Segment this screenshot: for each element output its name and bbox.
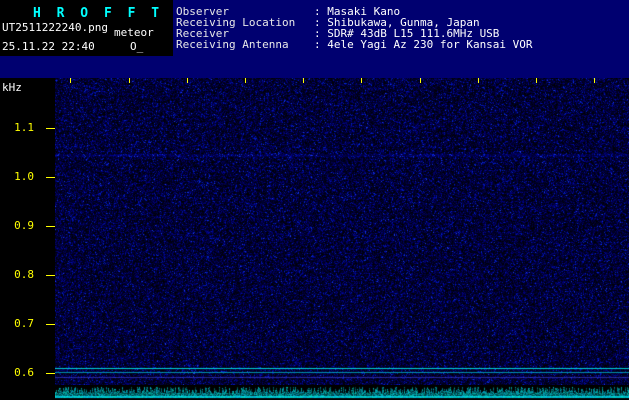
app-title: H R O F F T: [33, 6, 163, 21]
x-tick-mark: [420, 78, 421, 83]
y-tick-label: 0.6: [0, 367, 34, 379]
x-tick-mark: [361, 78, 362, 83]
y-tick-mark: [46, 177, 55, 178]
signal-strip-canvas: [55, 385, 629, 400]
x-tick-mark: [594, 78, 595, 83]
datetime: 25.11.22 22:40: [2, 40, 95, 53]
y-tick-mark: [46, 324, 55, 325]
y-tick-mark: [46, 275, 55, 276]
field-label: Receiving Antenna: [176, 39, 314, 50]
x-tick-mark: [245, 78, 246, 83]
station-info: Observer : Masaki Kano Receiving Locatio…: [176, 6, 533, 50]
echo-counter: O_: [130, 40, 143, 53]
x-tick-mark: [303, 78, 304, 83]
y-tick-label: 1.1: [0, 122, 34, 134]
x-tick-mark: [129, 78, 130, 83]
y-axis-unit: kHz: [2, 81, 22, 94]
field-value: : 4ele Yagi Az 230 for Kansai VOR: [314, 39, 533, 50]
y-tick-label: 1.0: [0, 171, 34, 183]
header: H R O F F T UT2511222240.png meteor 25.11…: [0, 0, 629, 78]
y-tick-mark: [46, 128, 55, 129]
header-left-panel: H R O F F T UT2511222240.png meteor 25.11…: [0, 0, 173, 56]
y-tick-mark: [46, 226, 55, 227]
y-tick-label: 0.8: [0, 269, 34, 281]
filename-text: UT2511222240.png: [2, 21, 108, 34]
x-tick-mark: [70, 78, 71, 83]
y-tick-mark: [46, 373, 55, 374]
x-tick-mark: [478, 78, 479, 83]
x-tick-mark: [536, 78, 537, 83]
filename-suffix: meteor: [114, 26, 154, 39]
spectrogram-canvas: [55, 78, 629, 385]
x-tick-mark: [187, 78, 188, 83]
y-tick-label: 0.9: [0, 220, 34, 232]
y-tick-label: 0.7: [0, 318, 34, 330]
field-row-antenna: Receiving Antenna : 4ele Yagi Az 230 for…: [176, 39, 533, 50]
output-filename: UT2511222240.png meteor: [2, 21, 154, 34]
hrofft-screen: H R O F F T UT2511222240.png meteor 25.11…: [0, 0, 629, 400]
